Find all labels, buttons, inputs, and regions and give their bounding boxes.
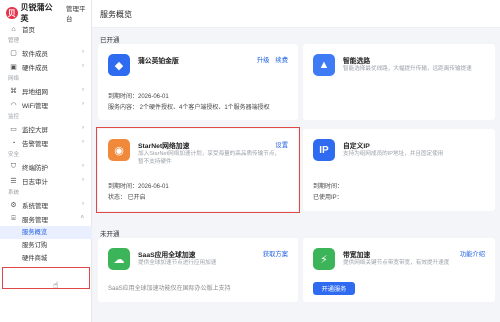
sidebar-group-security: 安全	[8, 152, 20, 158]
wifi-icon: ◠	[10, 102, 17, 109]
card-bandwidth: ⚡ 带宽加速 功能介绍 提供网络关键节点带宽带宽，有效提升速度 开通服务	[303, 238, 495, 302]
chevron-right-icon: ›	[82, 125, 84, 131]
home-icon: ⌂	[11, 25, 16, 33]
sidebar-item-log-audit[interactable]: ☰ 日志审计 ›	[0, 174, 92, 188]
card-title: 智能选路	[343, 58, 371, 65]
renew-link[interactable]: 续费	[275, 55, 288, 64]
lightning-icon: ⚡	[313, 248, 335, 270]
sidebar-group-network: 网络	[8, 76, 20, 82]
card-smart-routing: ▲ 智能选路 智能选择最优线路，大幅提升传输，远距离传输提速	[303, 44, 495, 120]
chevron-right-icon: ›	[82, 101, 84, 107]
chevron-right-icon: ›	[82, 63, 84, 69]
section-inactive-label: 未开通	[100, 231, 120, 238]
card-actions: 获取方案	[263, 249, 288, 258]
chevron-up-icon: ˄	[80, 215, 84, 221]
sidebar-item-monitor-screen[interactable]: ▭ 监控大屏 ›	[0, 122, 92, 136]
card-title: 带宽加速	[343, 252, 371, 259]
sidebar-item-label: 异地组网	[22, 89, 48, 96]
sidebar-group-system: 系统	[8, 190, 20, 196]
sidebar-item-hardware-members[interactable]: ▣ 硬件成员 ›	[0, 60, 92, 74]
sidebar-item-terminal-protection[interactable]: ⛉ 终端防护 ›	[0, 160, 92, 174]
feature-intro-link[interactable]: 功能介绍	[460, 249, 485, 258]
sidebar-subitem-hardware-store[interactable]: 硬件商城	[0, 252, 92, 265]
sidebar-nav: ⌂ 首页 管理 ▢ 软件成员 › ▣ 硬件成员 › 网络 ⌘ 异地组网 › ◠ …	[0, 22, 92, 265]
sidebar: 贝 贝锐蒲公英 管理平台 ⌂ 首页 管理 ▢ 软件成员 › ▣ 硬件成员 › 网…	[0, 0, 92, 322]
card-actions: 升级 续费	[257, 55, 288, 64]
brand-logo: 贝	[6, 7, 18, 19]
sidebar-subitem-service-order[interactable]: 服务订购	[0, 239, 92, 252]
card-desc: 提供全球加速节点进行应用加速	[138, 260, 217, 266]
highlight-box	[96, 127, 300, 213]
card-platinum: ◆ 蒲公英铂金版 升级 续费 到期时间：2026-06-01 服务内容： 2个硬…	[98, 44, 298, 120]
sidebar-group-manage: 管理	[8, 38, 20, 44]
sidebar-item-label: 首页	[22, 27, 35, 34]
card-saas: ☁ SaaS应用全球加速 获取方案 提供全球加速节点进行应用加速 SaaS应用全…	[98, 238, 298, 302]
sidebar-item-software-members[interactable]: ▢ 软件成员 ›	[0, 46, 92, 60]
sidebar-item-label: 监控大屏	[22, 127, 48, 134]
expire-time: 到期时间：	[313, 184, 344, 190]
sidebar-subitem-service-overview[interactable]: 服务概览	[0, 226, 92, 239]
sidebar-item-network[interactable]: ⌘ 异地组网 ›	[0, 84, 92, 98]
sidebar-group-monitor: 监控	[8, 114, 20, 120]
network-icon: ⌘	[10, 88, 17, 95]
chevron-right-icon: ›	[82, 49, 84, 55]
sidebar-item-label: 系统管理	[22, 203, 48, 210]
section-active-label: 已开通	[100, 37, 120, 44]
card-desc: 支持为组网成员的IP地址，并且固定使用	[343, 151, 444, 157]
log-icon: ☰	[10, 178, 17, 185]
sidebar-item-label: 日志审计	[22, 179, 48, 186]
sidebar-item-alarm[interactable]: ◔ 告警管理 ›	[0, 136, 92, 150]
sidebar-item-label: 服务管理	[22, 217, 48, 224]
sidebar-item-system-settings[interactable]: ⚙ 系统管理 ›	[0, 198, 92, 212]
sidebar-item-label: 软件成员	[22, 51, 48, 58]
brand-subtitle: 管理平台	[66, 6, 86, 23]
monitor-icon: ▭	[10, 126, 17, 133]
card-custom-ip: IP 自定义IP 支持为组网成员的IP地址，并且固定使用 到期时间： 已使用IP…	[303, 129, 495, 211]
brand-name: 贝锐蒲公英	[20, 3, 53, 23]
service-content: SaaS应用全球加速功能仅在国际办公版上支持	[108, 286, 231, 292]
chevron-right-icon: ›	[82, 139, 84, 145]
card-desc: 提供网络关键节点带宽带宽，有效提升速度	[343, 260, 450, 266]
topbar: 服务概览	[92, 0, 500, 28]
chevron-right-icon: ›	[82, 177, 84, 183]
upgrade-link[interactable]: 升级	[257, 55, 270, 64]
road-icon: ▲	[313, 54, 335, 76]
software-member-icon: ▢	[10, 50, 17, 57]
sidebar-item-home[interactable]: ⌂ 首页	[0, 22, 92, 36]
service-content: 服务内容： 2个硬件授权、4个客户端授权、1个服务器端授权	[108, 105, 270, 111]
diamond-icon: ◆	[108, 54, 130, 76]
sidebar-item-label: 告警管理	[22, 141, 48, 148]
hardware-member-icon: ▣	[10, 64, 17, 71]
card-title: SaaS应用全球加速	[138, 252, 196, 259]
highlight-box	[2, 267, 90, 289]
get-plan-link[interactable]: 获取方案	[263, 249, 288, 258]
sidebar-item-label: 终端防护	[22, 165, 48, 172]
activate-service-button[interactable]: 开通服务	[313, 282, 355, 295]
ip-icon: IP	[313, 139, 335, 161]
cloud-icon: ☁	[108, 248, 130, 270]
sidebar-item-wifi[interactable]: ◠ WiFi管理 ›	[0, 98, 92, 112]
used-ip: 已使用IP：	[313, 195, 343, 201]
expire-time: 到期时间：2026-06-01	[108, 94, 169, 100]
shield-icon: ⛉	[10, 163, 17, 170]
sidebar-item-service-management[interactable]: ⌸ 服务管理 ˄	[0, 212, 92, 226]
alarm-icon: ◔	[11, 139, 16, 147]
page-title: 服务概览	[100, 10, 132, 19]
chevron-right-icon: ›	[82, 201, 84, 207]
settings-icon: ⚙	[10, 202, 17, 209]
service-icon: ⌸	[11, 215, 16, 222]
card-actions: 功能介绍	[460, 249, 485, 258]
card-title: 蒲公英铂金版	[138, 58, 179, 65]
brand: 贝 贝锐蒲公英 管理平台	[6, 3, 91, 23]
card-desc: 智能选择最优线路，大幅提升传输，远距离传输提速	[343, 66, 472, 72]
chevron-right-icon: ›	[82, 163, 84, 169]
card-title: 自定义IP	[343, 143, 370, 150]
cursor-pointer-icon: ☝	[53, 280, 59, 290]
chevron-right-icon: ›	[82, 87, 84, 93]
sidebar-item-label: 硬件成员	[22, 65, 48, 72]
sidebar-item-label: WiFi管理	[22, 103, 48, 110]
